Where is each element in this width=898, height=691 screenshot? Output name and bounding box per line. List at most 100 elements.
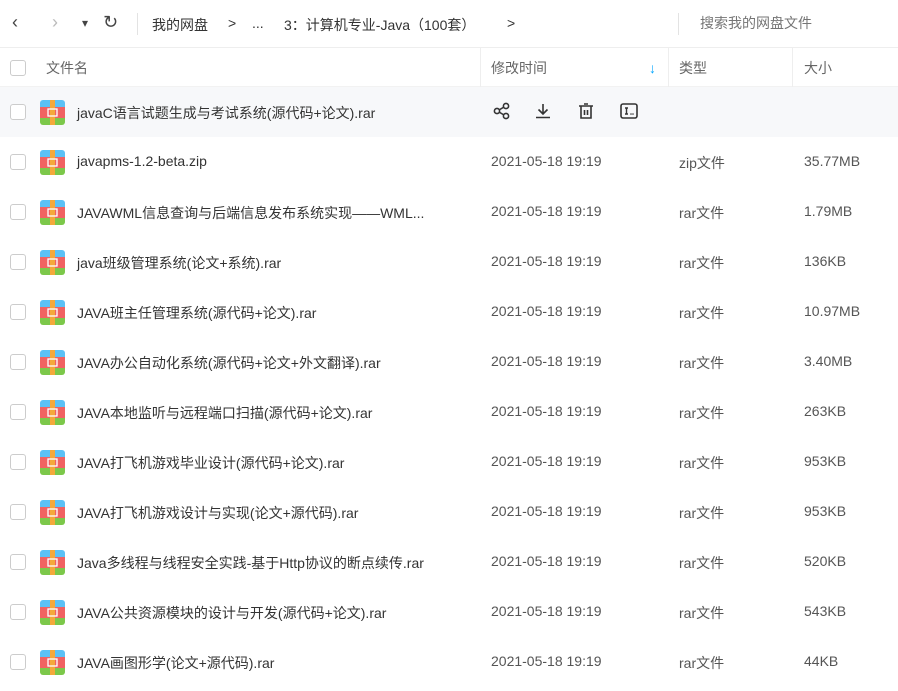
file-modified: 2021-05-18 19:19 <box>491 203 602 219</box>
file-row[interactable]: JAVA画图形学(论文+源代码).rar 2021-05-18 19:19 rar… <box>0 637 898 687</box>
file-size: 35.77MB <box>804 153 861 169</box>
file-type: rar文件 <box>679 255 725 271</box>
row-checkbox[interactable] <box>10 554 26 570</box>
file-name[interactable]: java班级管理系统(论文+系统).rar <box>77 253 281 273</box>
file-modified: 2021-05-18 19:19 <box>491 653 602 669</box>
rar-file-icon <box>40 450 65 475</box>
file-type: rar文件 <box>679 405 725 421</box>
file-name[interactable]: JAVA打飞机游戏毕业设计(源代码+论文).rar <box>77 453 344 473</box>
forward-button[interactable]: › <box>52 12 58 33</box>
file-type: rar文件 <box>679 355 725 371</box>
rar-file-icon <box>40 550 65 575</box>
breadcrumb-current[interactable]: 3：计算机专业-Java（100套） <box>284 15 475 35</box>
file-row[interactable]: javaC语言试题生成与考试系统(源代码+论文).rar <box>0 87 898 137</box>
file-size: 44KB <box>804 653 839 669</box>
refresh-button[interactable]: ↻ <box>103 12 118 33</box>
column-header: 文件名 修改时间 ↓ 类型 大小 <box>0 47 898 88</box>
file-name[interactable]: Java多线程与线程安全实践-基于Http协议的断点续传.rar <box>77 553 424 573</box>
row-checkbox[interactable] <box>10 154 26 170</box>
file-row[interactable]: Java多线程与线程安全实践-基于Http协议的断点续传.rar 2021-05-… <box>0 537 898 587</box>
back-button[interactable]: ‹ <box>12 12 18 33</box>
divider <box>137 13 138 35</box>
row-checkbox[interactable] <box>10 204 26 220</box>
file-size: 1.79MB <box>804 203 853 219</box>
file-row[interactable]: JAVA办公自动化系统(源代码+论文+外文翻译).rar 2021-05-18 1… <box>0 337 898 387</box>
delete-icon[interactable] <box>576 101 596 121</box>
file-type: rar文件 <box>679 505 725 521</box>
file-type: zip文件 <box>679 155 725 171</box>
file-modified: 2021-05-18 19:19 <box>491 503 602 519</box>
file-type: rar文件 <box>679 605 725 621</box>
file-size: 3.40MB <box>804 353 853 369</box>
row-checkbox[interactable] <box>10 304 26 320</box>
file-row[interactable]: JAVA打飞机游戏毕业设计(源代码+论文).rar 2021-05-18 19:1… <box>0 437 898 487</box>
file-name[interactable]: javapms-1.2-beta.zip <box>77 153 207 169</box>
file-type: rar文件 <box>679 655 725 671</box>
row-checkbox[interactable] <box>10 654 26 670</box>
file-row[interactable]: JAVA班主任管理系统(源代码+论文).rar 2021-05-18 19:19 … <box>0 287 898 337</box>
download-icon[interactable] <box>533 101 553 121</box>
rename-icon[interactable] <box>619 101 639 121</box>
column-size[interactable]: 大小 <box>804 48 832 88</box>
file-type: rar文件 <box>679 455 725 471</box>
file-name[interactable]: JAVA班主任管理系统(源代码+论文).rar <box>77 303 316 323</box>
rar-file-icon <box>40 500 65 525</box>
file-size: 520KB <box>804 553 847 569</box>
toolbar: ‹ › ▾ ↻ 我的网盘 > ... 3：计算机专业-Java（100套） > <box>0 0 898 47</box>
file-name[interactable]: javaC语言试题生成与考试系统(源代码+论文).rar <box>77 103 375 123</box>
select-all-checkbox[interactable] <box>10 60 26 76</box>
file-size: 263KB <box>804 403 847 419</box>
file-type: rar文件 <box>679 555 725 571</box>
file-modified: 2021-05-18 19:19 <box>491 303 602 319</box>
rar-file-icon <box>40 600 65 625</box>
rar-file-icon <box>40 400 65 425</box>
file-modified: 2021-05-18 19:19 <box>491 403 602 419</box>
row-checkbox[interactable] <box>10 604 26 620</box>
file-row[interactable]: javapms-1.2-beta.zip 2021-05-18 19:19 zip… <box>0 137 898 187</box>
breadcrumb-ellipsis[interactable]: ... <box>252 15 264 31</box>
file-name[interactable]: JAVA打飞机游戏设计与实现(论文+源代码).rar <box>77 503 358 523</box>
row-checkbox[interactable] <box>10 354 26 370</box>
breadcrumb-separator[interactable]: > <box>507 15 515 31</box>
file-modified: 2021-05-18 19:19 <box>491 353 602 369</box>
row-checkbox[interactable] <box>10 404 26 420</box>
file-row[interactable]: JAVA本地监听与远程端口扫描(源代码+论文).rar 2021-05-18 19… <box>0 387 898 437</box>
breadcrumb-root[interactable]: 我的网盘 <box>152 15 208 35</box>
file-name[interactable]: JAVA办公自动化系统(源代码+论文+外文翻译).rar <box>77 353 381 373</box>
column-name[interactable]: 文件名 <box>46 48 88 88</box>
file-modified: 2021-05-18 19:19 <box>491 453 602 469</box>
file-size: 136KB <box>804 253 847 269</box>
history-dropdown-icon[interactable]: ▾ <box>82 16 88 30</box>
column-modified[interactable]: 修改时间 <box>491 48 547 88</box>
file-modified: 2021-05-18 19:19 <box>491 603 602 619</box>
breadcrumb-separator: > <box>228 15 237 31</box>
file-name[interactable]: JAVAWML信息查询与后端信息发布系统实现——WML... <box>77 203 424 223</box>
search-input[interactable] <box>700 15 890 31</box>
row-checkbox[interactable] <box>10 454 26 470</box>
sort-desc-icon[interactable]: ↓ <box>649 48 656 88</box>
file-modified: 2021-05-18 19:19 <box>491 253 602 269</box>
rar-file-icon <box>40 300 65 325</box>
file-size: 543KB <box>804 603 847 619</box>
file-row[interactable]: JAVA公共资源模块的设计与开发(源代码+论文).rar 2021-05-18 1… <box>0 587 898 637</box>
file-name[interactable]: JAVA画图形学(论文+源代码).rar <box>77 653 274 673</box>
rar-file-icon <box>40 650 65 675</box>
file-modified: 2021-05-18 19:19 <box>491 553 602 569</box>
file-modified: 2021-05-18 19:19 <box>491 153 602 169</box>
rar-file-icon <box>40 150 65 175</box>
file-name[interactable]: JAVA公共资源模块的设计与开发(源代码+论文).rar <box>77 603 386 623</box>
rar-file-icon <box>40 100 65 125</box>
file-row[interactable]: JAVA打飞机游戏设计与实现(论文+源代码).rar 2021-05-18 19:… <box>0 487 898 537</box>
share-icon[interactable] <box>492 101 512 121</box>
file-size: 10.97MB <box>804 303 861 319</box>
rar-file-icon <box>40 350 65 375</box>
column-type[interactable]: 类型 <box>679 48 707 88</box>
row-checkbox[interactable] <box>10 254 26 270</box>
file-row[interactable]: JAVAWML信息查询与后端信息发布系统实现——WML... 2021-05-18… <box>0 187 898 237</box>
file-name[interactable]: JAVA本地监听与远程端口扫描(源代码+论文).rar <box>77 403 372 423</box>
row-checkbox[interactable] <box>10 104 26 120</box>
row-checkbox[interactable] <box>10 504 26 520</box>
rar-file-icon <box>40 250 65 275</box>
divider <box>678 13 679 35</box>
file-row[interactable]: java班级管理系统(论文+系统).rar 2021-05-18 19:19 ra… <box>0 237 898 287</box>
